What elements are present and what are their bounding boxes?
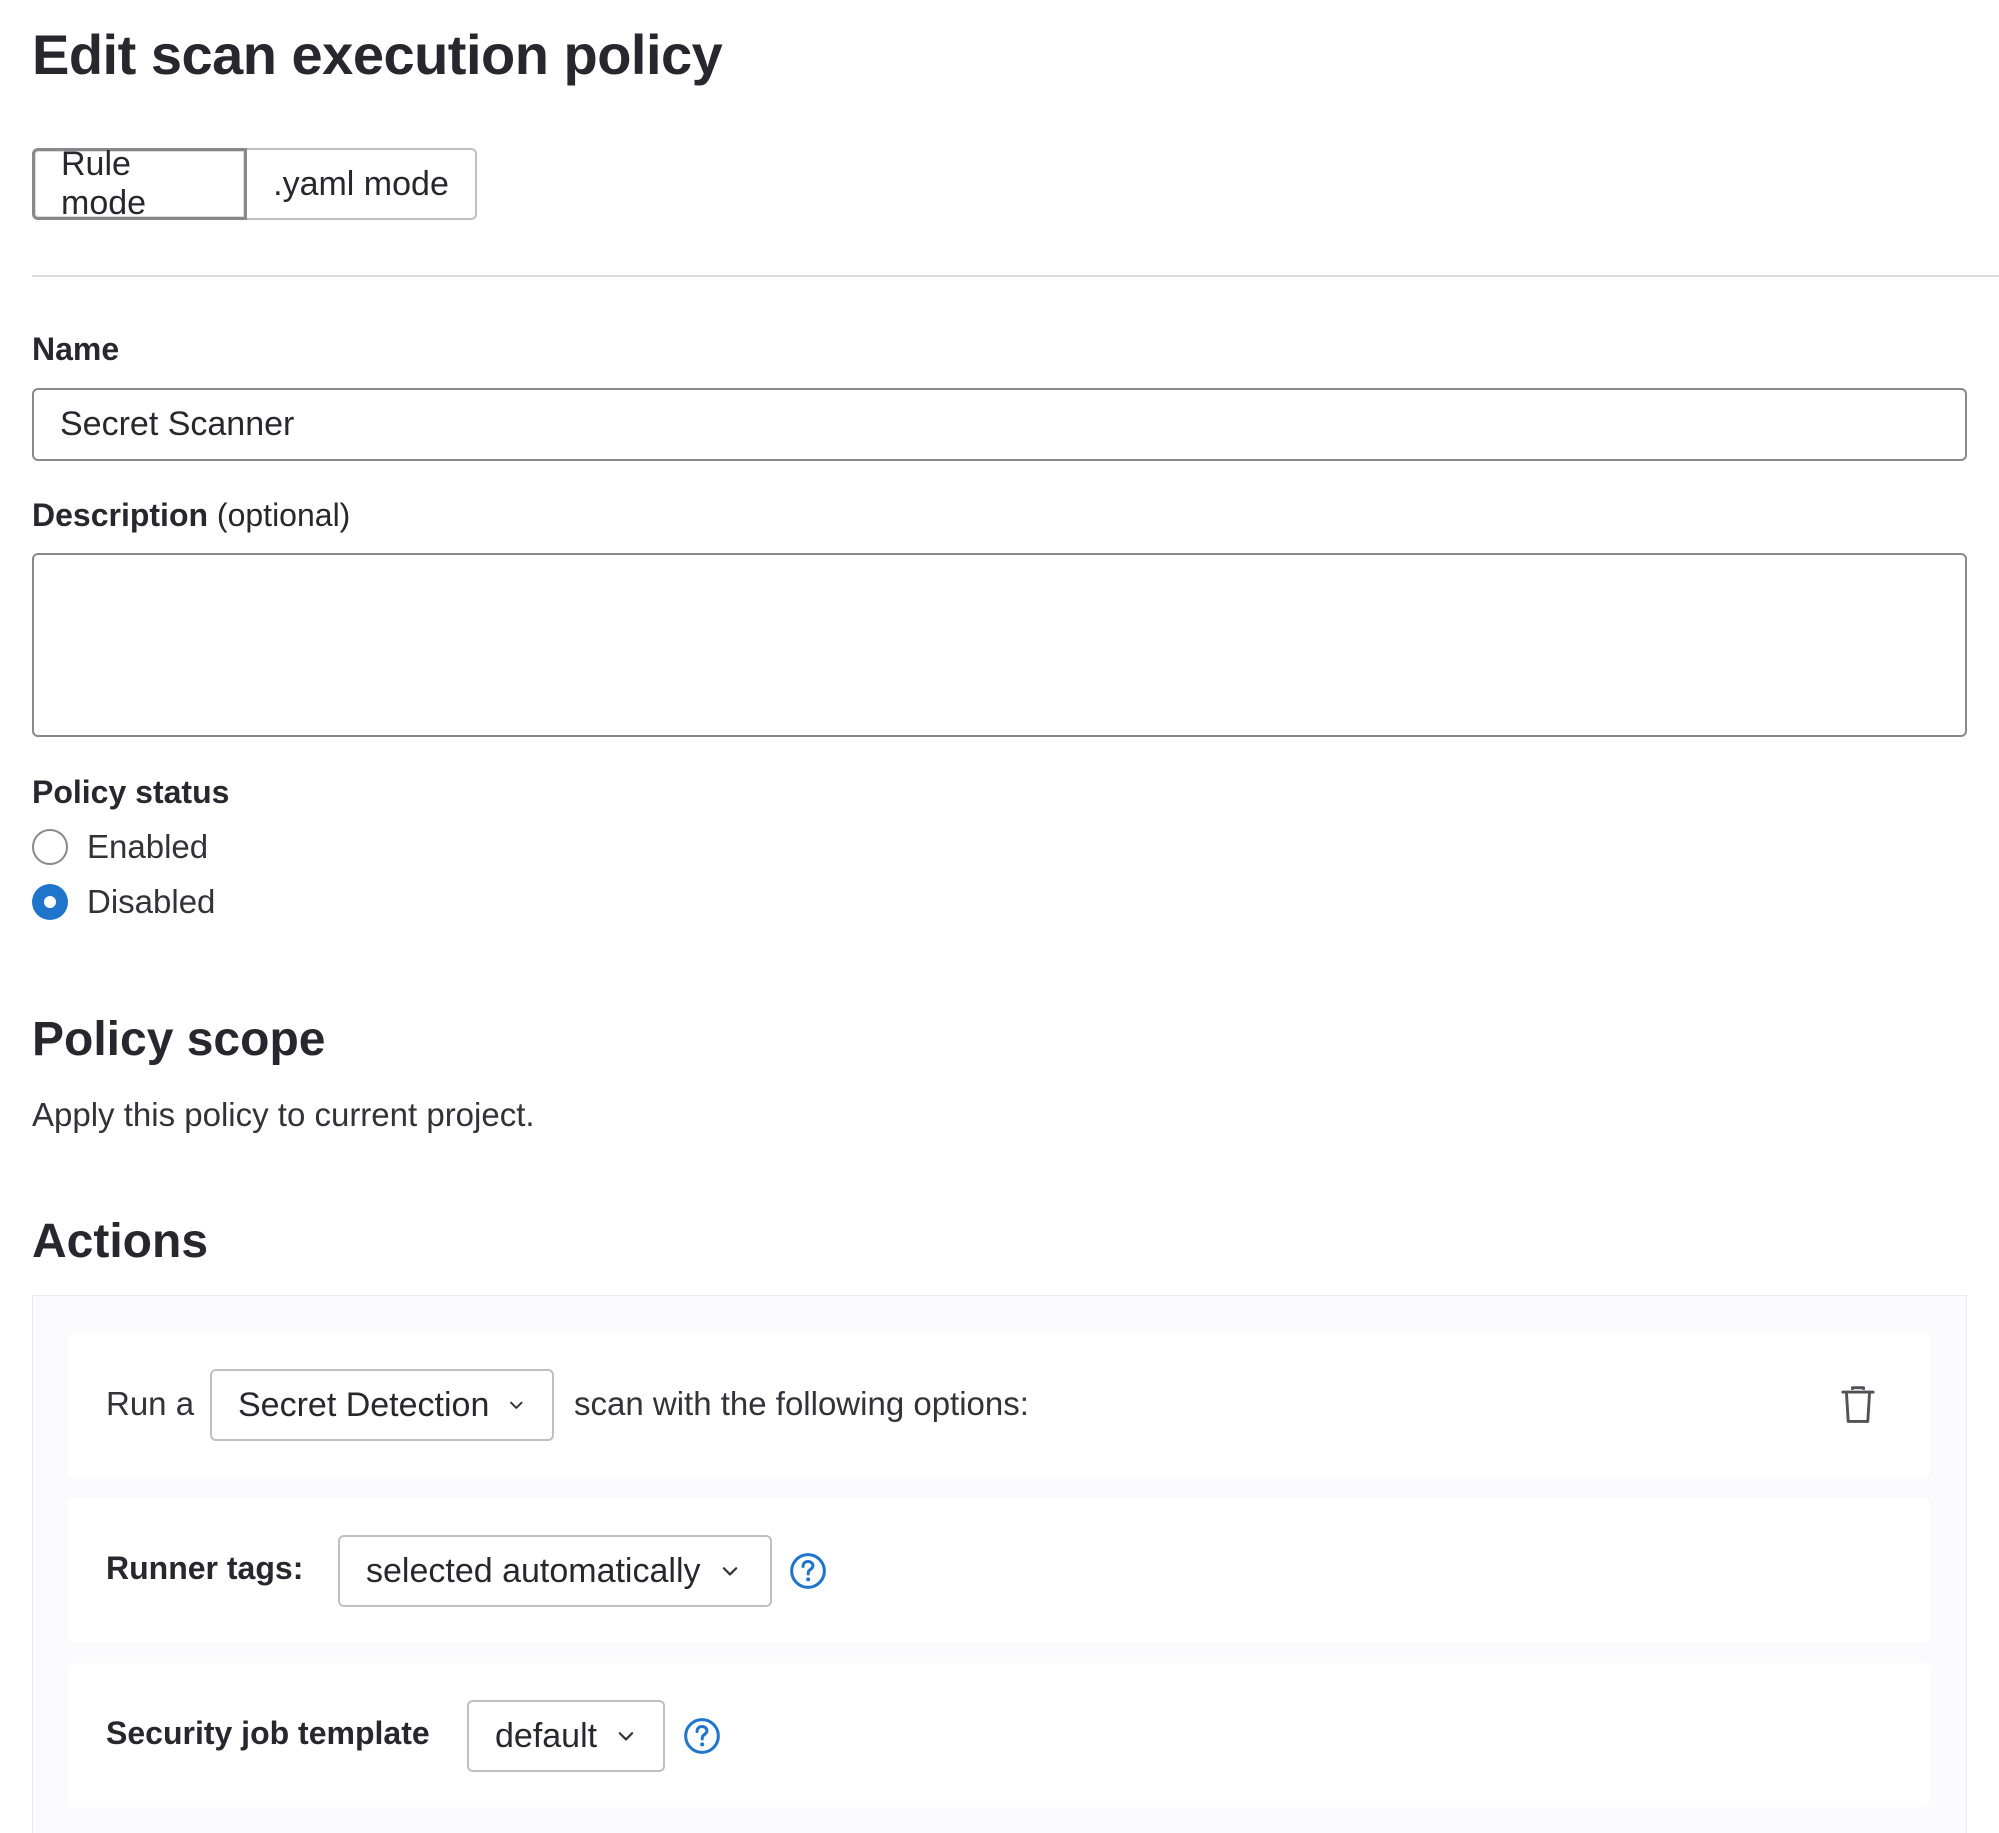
disabled-radio[interactable] bbox=[32, 884, 68, 920]
description-label-text: Description bbox=[32, 497, 209, 533]
disabled-radio-label: Disabled bbox=[87, 883, 216, 920]
scan-options-text: scan with the following options: bbox=[574, 1385, 1029, 1422]
yaml-mode-button[interactable]: .yaml mode bbox=[247, 148, 477, 220]
runner-tags-label: Runner tags: bbox=[106, 1550, 304, 1586]
run-a-text: Run a bbox=[106, 1385, 195, 1422]
question-circle-icon[interactable] bbox=[789, 1552, 827, 1590]
rule-mode-button[interactable]: Rule mode bbox=[32, 145, 247, 222]
description-optional-text: (optional) bbox=[216, 497, 351, 533]
edit-policy-page: Edit scan execution policy Rule mode .ya… bbox=[0, 0, 1999, 1833]
status-option-disabled[interactable]: Disabled bbox=[32, 883, 215, 921]
runner-tags-dropdown[interactable]: selected automatically bbox=[338, 1535, 772, 1607]
divider bbox=[32, 275, 1999, 277]
chevron-down-icon bbox=[510, 1401, 523, 1409]
chevron-down-icon bbox=[618, 1732, 634, 1741]
enabled-radio-label: Enabled bbox=[87, 828, 209, 865]
policy-scope-text: Apply this policy to current project. bbox=[32, 1096, 535, 1133]
job-template-card: Security job template default bbox=[68, 1663, 1930, 1807]
scan-action-card: Run a Secret Detection scan with the fol… bbox=[68, 1333, 1930, 1477]
job-template-label: Security job template bbox=[106, 1715, 430, 1751]
policy-scope-heading: Policy scope bbox=[32, 1013, 326, 1066]
job-template-dropdown-value: default bbox=[495, 1716, 598, 1755]
description-label: Description (optional) bbox=[32, 497, 350, 534]
runner-tags-card: Runner tags: selected automatically bbox=[68, 1498, 1930, 1642]
editor-mode-toggle: Rule mode .yaml mode bbox=[32, 145, 477, 222]
runner-tags-dropdown-value: selected automatically bbox=[366, 1551, 701, 1590]
page-title: Edit scan execution policy bbox=[32, 23, 723, 86]
name-label: Name bbox=[32, 331, 120, 367]
name-input[interactable] bbox=[32, 388, 1967, 461]
description-textarea[interactable] bbox=[32, 553, 1967, 737]
status-option-enabled[interactable]: Enabled bbox=[32, 828, 208, 866]
actions-heading: Actions bbox=[32, 1215, 209, 1268]
enabled-radio[interactable] bbox=[32, 829, 68, 865]
scanner-dropdown-value: Secret Detection bbox=[238, 1385, 490, 1424]
scanner-dropdown[interactable]: Secret Detection bbox=[210, 1369, 554, 1441]
question-circle-icon[interactable] bbox=[683, 1717, 721, 1755]
job-template-dropdown[interactable]: default bbox=[467, 1700, 665, 1772]
chevron-down-icon bbox=[722, 1567, 737, 1576]
policy-status-label: Policy status bbox=[32, 774, 230, 810]
trash-icon[interactable] bbox=[1840, 1385, 1876, 1425]
